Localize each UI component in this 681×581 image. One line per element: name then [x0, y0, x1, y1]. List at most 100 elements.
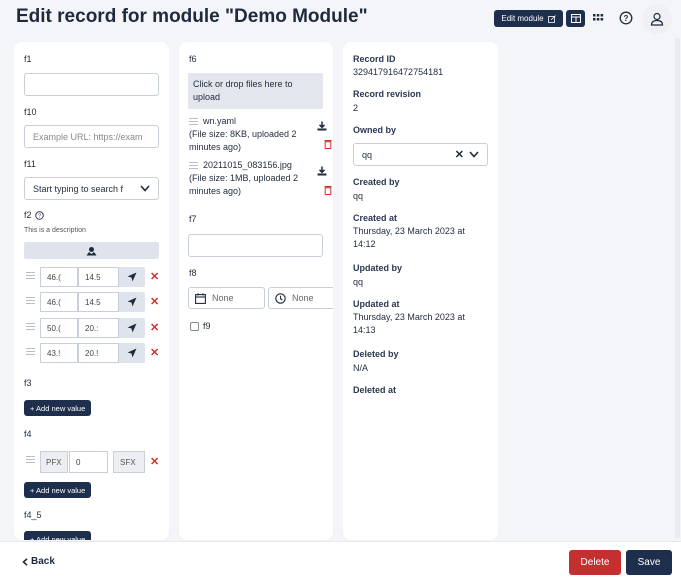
- trash-icon[interactable]: [324, 139, 332, 149]
- remove-icon[interactable]: ✕: [150, 295, 159, 308]
- date-value: None: [212, 293, 234, 303]
- locate-button[interactable]: [119, 343, 145, 363]
- latitude-input[interactable]: 46.(: [40, 267, 78, 287]
- f8-time-picker[interactable]: None: [268, 287, 333, 309]
- edit-module-label: Edit module: [501, 14, 544, 23]
- download-icon[interactable]: [317, 166, 327, 176]
- f9-label: f9: [203, 321, 211, 331]
- created-at-value: Thursday, 23 March 2023 at 14:12: [353, 226, 465, 249]
- back-button[interactable]: Back: [22, 556, 55, 567]
- user-avatar-button[interactable]: [642, 4, 672, 34]
- user-icon: [650, 12, 664, 26]
- chevron-left-icon: [22, 557, 28, 566]
- remove-icon[interactable]: ✕: [150, 346, 159, 359]
- svg-text:?: ?: [624, 14, 629, 23]
- latitude-input[interactable]: 43.!: [40, 343, 78, 363]
- fields-card-1: f1 f10 Example URL: https://exam f11 Sta…: [14, 42, 169, 540]
- longitude-input[interactable]: 20.!: [78, 343, 119, 363]
- f10-url-input[interactable]: Example URL: https://exam: [24, 125, 159, 148]
- f11-placeholder: Start typing to search f: [33, 183, 124, 194]
- page-title: Edit record for module "Demo Module": [16, 6, 368, 27]
- latitude-input[interactable]: 46.(: [40, 292, 78, 312]
- chevron-down-icon[interactable]: [469, 151, 479, 158]
- f11-search-select[interactable]: Start typing to search f: [24, 177, 159, 200]
- drag-handle-icon[interactable]: [26, 297, 35, 307]
- f1-input[interactable]: [24, 73, 159, 96]
- f4-number-input[interactable]: 0: [69, 451, 108, 473]
- svg-text:?: ?: [37, 213, 40, 219]
- longitude-input[interactable]: 14.5: [78, 267, 119, 287]
- f4-5-label: f4_5: [24, 510, 42, 520]
- drag-handle-icon[interactable]: [26, 272, 35, 282]
- f2-label-row: f2 ?: [24, 210, 44, 220]
- download-icon[interactable]: [317, 121, 327, 131]
- save-button[interactable]: Save: [626, 550, 672, 575]
- locate-button[interactable]: [119, 267, 145, 287]
- created-by-value: qq: [353, 191, 364, 201]
- f2-description: This is a description: [24, 227, 86, 234]
- latitude-input[interactable]: 50.(: [40, 318, 78, 338]
- drag-handle-icon[interactable]: [26, 348, 35, 358]
- back-label: Back: [31, 556, 55, 567]
- clear-icon[interactable]: ✕: [455, 148, 464, 161]
- deleted-by-value: N/A: [353, 363, 369, 373]
- record-id-value: 329417916472754181: [353, 67, 444, 77]
- file-item: 20211015_083156.jpg (File size: 1MB, upl…: [189, 159, 332, 198]
- updated-by-label: Updated by: [353, 263, 403, 273]
- deleted-by-label: Deleted by: [353, 349, 399, 359]
- clock-icon: [275, 292, 286, 304]
- f9-checkbox[interactable]: [190, 322, 199, 331]
- locate-button[interactable]: [119, 292, 145, 312]
- drag-handle-icon[interactable]: [189, 118, 198, 128]
- delete-button[interactable]: Delete: [569, 550, 621, 575]
- f4-row: PFX 0 SFX ✕: [24, 451, 164, 473]
- footer-bar: Back Delete Save: [0, 541, 681, 581]
- location-arrow-icon: [127, 348, 137, 358]
- f2-label: f2: [24, 210, 32, 220]
- drag-handle-icon[interactable]: [189, 162, 198, 172]
- created-by-label: Created by: [353, 177, 400, 187]
- edit-module-button[interactable]: Edit module: [494, 10, 563, 27]
- f7-input[interactable]: [188, 234, 323, 257]
- coordinate-row: 46.( 14.5 ✕: [24, 292, 164, 312]
- page-scrollbar[interactable]: [675, 38, 680, 538]
- f1-label: f1: [24, 54, 32, 64]
- apps-grid-icon[interactable]: [592, 12, 604, 24]
- f8-date-picker[interactable]: None: [188, 287, 265, 309]
- updated-by-value: qq: [353, 277, 364, 287]
- layout-icon: [570, 14, 581, 23]
- f3-label: f3: [24, 378, 32, 388]
- longitude-input[interactable]: 20.:: [78, 318, 119, 338]
- longitude-input[interactable]: 14.5: [78, 292, 119, 312]
- drag-handle-icon[interactable]: [26, 323, 35, 333]
- location-arrow-icon: [127, 297, 137, 307]
- map-icon: [86, 246, 97, 255]
- f4-5-add-new-value-button[interactable]: + Add new value: [24, 531, 92, 540]
- record-id-label: Record ID: [353, 54, 396, 64]
- remove-icon[interactable]: ✕: [150, 321, 159, 334]
- help-icon[interactable]: ?: [619, 11, 633, 25]
- file-item: wn.yaml (File size: 8KB, uploaded 2 minu…: [189, 115, 332, 154]
- external-edit-icon: [547, 14, 556, 23]
- remove-icon[interactable]: ✕: [150, 270, 159, 283]
- record-revision-value: 2: [353, 103, 359, 113]
- created-at-label: Created at: [353, 213, 398, 223]
- drag-handle-icon[interactable]: [26, 456, 35, 466]
- location-arrow-icon: [127, 323, 137, 333]
- help-icon[interactable]: ?: [34, 210, 44, 220]
- trash-icon[interactable]: [324, 185, 332, 195]
- file-name[interactable]: wn.yaml: [203, 116, 236, 126]
- remove-icon[interactable]: ✕: [150, 455, 159, 468]
- owned-by-select[interactable]: qq ✕: [353, 143, 488, 166]
- file-dropzone[interactable]: Click or drop files here to upload: [188, 73, 323, 109]
- map-toggle-button[interactable]: [24, 242, 159, 259]
- f8-label: f8: [189, 268, 197, 278]
- coordinate-row: 50.( 20.: ✕: [24, 318, 164, 338]
- layout-toggle-button[interactable]: [566, 10, 585, 27]
- f3-add-new-value-button[interactable]: + Add new value: [24, 400, 92, 416]
- file-name[interactable]: 20211015_083156.jpg: [203, 160, 292, 170]
- updated-at-value: Thursday, 23 March 2023 at 14:13: [353, 312, 465, 335]
- locate-button[interactable]: [119, 318, 145, 338]
- f4-add-new-value-button[interactable]: + Add new value: [24, 482, 92, 498]
- owned-by-value: qq: [362, 149, 373, 160]
